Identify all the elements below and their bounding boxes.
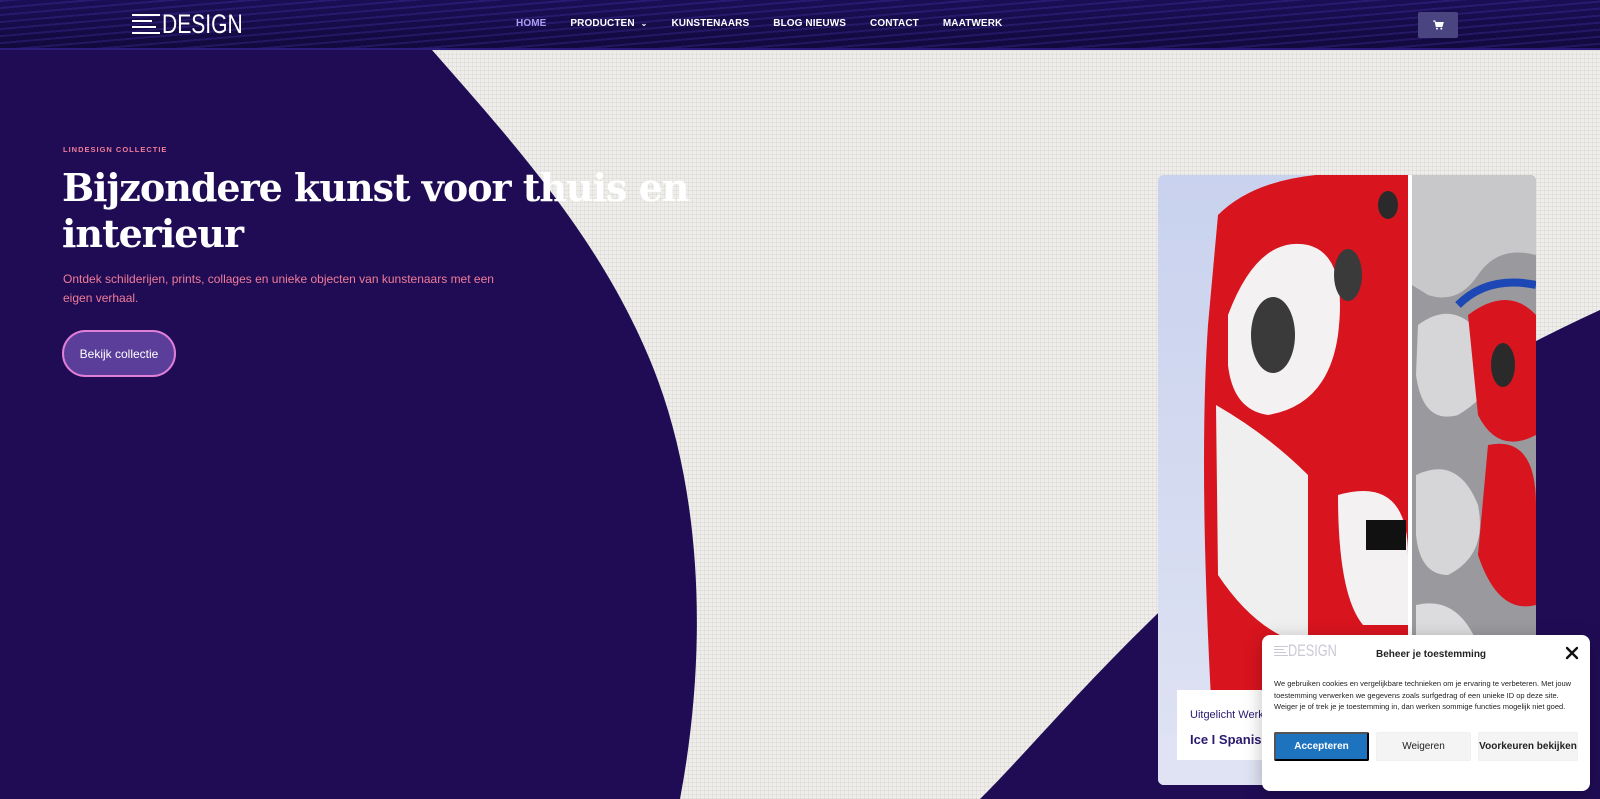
nav-home[interactable]: HOME: [516, 18, 546, 29]
close-icon[interactable]: [1564, 645, 1580, 661]
nav-contact[interactable]: CONTACT: [870, 18, 919, 29]
chevron-down-icon: ⌄: [640, 19, 648, 28]
main-nav: HOME PRODUCTEN ⌄ KUNSTENAARS BLOG NIEUWS …: [516, 18, 1026, 29]
cart-icon: [1432, 20, 1444, 30]
site-header: DESIGN HOME PRODUCTEN ⌄ KUNSTENAARS BLOG …: [0, 0, 1600, 50]
featured-label: Uitgelicht Werk: [1190, 709, 1264, 721]
accept-button[interactable]: Accepteren: [1274, 732, 1369, 761]
logo-lines-icon: [132, 12, 162, 36]
deny-button[interactable]: Weigeren: [1376, 732, 1471, 761]
hero-eyebrow: LINDESIGN COLLECTIE: [63, 145, 168, 154]
preferences-button[interactable]: Voorkeuren bekijken: [1478, 732, 1578, 761]
nav-kunstenaars[interactable]: KUNSTENAARS: [671, 18, 749, 29]
hero-title: Bijzondere kunst voor thuis en interieur: [62, 165, 689, 256]
logo-lines-icon: [1274, 644, 1288, 658]
bekijk-collectie-button[interactable]: Bekijk collectie: [62, 330, 176, 377]
nav-blog-nieuws[interactable]: BLOG NIEUWS: [773, 18, 846, 29]
logo-text: DESIGN: [162, 8, 243, 39]
cookie-consent-banner: DESIGN Beheer je toestemming We gebruike…: [1262, 635, 1590, 791]
cookie-logo: DESIGN: [1274, 641, 1353, 661]
hero-subtitle: Ontdek schilderijen, prints, collages en…: [63, 272, 494, 305]
site-logo[interactable]: DESIGN: [132, 9, 266, 39]
featured-title: Ice I Spanish: [1190, 732, 1270, 747]
cart-button[interactable]: [1418, 12, 1458, 38]
nav-maatwerk[interactable]: MAATWERK: [943, 18, 1003, 29]
cookie-title: Beheer je toestemming: [1376, 649, 1487, 660]
cookie-text: We gebruiken cookies en vergelijkbare te…: [1274, 679, 1572, 711]
nav-producten[interactable]: PRODUCTEN ⌄: [570, 18, 647, 29]
